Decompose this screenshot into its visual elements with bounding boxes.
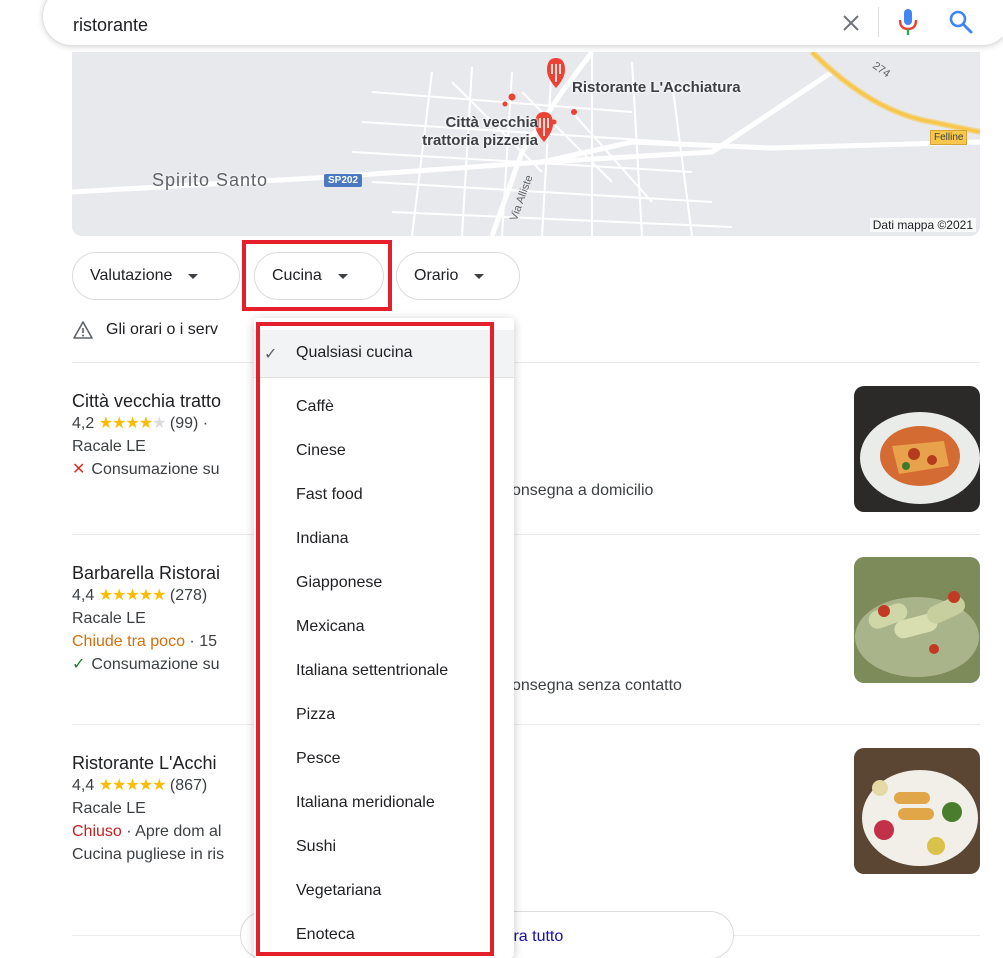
menu-item-cinese[interactable]: Cinese (296, 442, 346, 460)
menu-item-pizza[interactable]: Pizza (296, 706, 335, 724)
menu-item-italiana-meridionale[interactable]: Italiana meridionale (296, 794, 435, 812)
show-all-label: tra tutto (509, 928, 564, 945)
microphone-icon[interactable] (896, 7, 920, 37)
service-text: onsegna senza contatto (512, 677, 682, 694)
status-badge: Chiude tra poco (72, 633, 185, 650)
result-status: Chiuso · Apre dom al (72, 820, 980, 843)
town-badge: Felline (930, 130, 968, 145)
result-item[interactable]: Città vecchia tratto 4,2 ★★★★★ (99) · Ra… (72, 390, 980, 499)
map-pin-label[interactable]: Ristorante L'Acchiatura (572, 79, 741, 96)
result-rating-line: 4,4 ★★★★★ (867) (72, 774, 980, 797)
result-service: ✓ Consumazione su (72, 653, 980, 676)
rating-value: 4,2 (72, 415, 95, 432)
menu-item-vegetariana[interactable]: Vegetariana (296, 882, 381, 900)
result-title[interactable]: Città vecchia tratto (72, 390, 980, 412)
result-location: Racale LE (72, 610, 146, 627)
food-photo-image (854, 386, 980, 512)
result-item[interactable]: Barbarella Ristorai 4,4 ★★★★★ (278) Raca… (72, 562, 980, 694)
filter-chip-rating[interactable]: Valutazione (72, 252, 240, 300)
menu-item-fast-food[interactable]: Fast food (296, 486, 363, 504)
star-rating-icon: ★★★★★ (98, 587, 167, 604)
status-detail: · 15 (184, 633, 217, 650)
search-bar[interactable]: ristorante (42, 0, 1003, 46)
result-rating-line: 4,2 ★★★★★ (99) · (72, 412, 980, 435)
menu-item-mexicana[interactable]: Mexicana (296, 618, 364, 636)
result-photo[interactable] (854, 386, 980, 512)
service-text: Consumazione su (91, 656, 220, 673)
result-item[interactable]: Ristorante L'Acchi 4,4 ★★★★★ (867) Racal… (72, 752, 980, 866)
result-title[interactable]: Ristorante L'Acchi (72, 752, 980, 774)
cuisine-dropdown-menu[interactable]: ✓ Qualsiasi cucina Caffè Cinese Fast foo… (254, 318, 514, 958)
menu-item-any-cuisine[interactable]: ✓ Qualsiasi cucina (254, 330, 514, 378)
review-count: (867) (169, 777, 208, 794)
review-count: (99) · (169, 415, 209, 432)
map-attribution: Dati mappa ©2021 (869, 218, 976, 232)
filter-chip-hours[interactable]: Orario (396, 252, 520, 300)
caret-down-icon (474, 273, 485, 279)
divider (72, 362, 980, 363)
review-count: (278) (169, 587, 208, 604)
menu-item-italiana-settentrionale[interactable]: Italiana settentrionale (296, 662, 448, 680)
result-photo[interactable] (854, 557, 980, 683)
food-photo-image (854, 748, 980, 874)
search-input[interactable]: ristorante (73, 15, 148, 36)
result-title[interactable]: Barbarella Ristorai (72, 562, 980, 584)
service-text: onsegna a domicilio (512, 482, 654, 499)
menu-item-indiana[interactable]: Indiana (296, 530, 349, 548)
map-pin-label[interactable]: Città vecchia trattoria pizzeria (398, 114, 538, 150)
result-photo[interactable] (854, 748, 980, 874)
warning-icon (73, 321, 93, 339)
result-description: Cucina pugliese in ris (72, 846, 225, 863)
rating-value: 4,4 (72, 777, 95, 794)
divider (254, 377, 514, 378)
chip-label: Valutazione (90, 267, 173, 284)
divider (878, 7, 879, 37)
star-rating-icon: ★★★★★ (98, 777, 167, 794)
map-place-label: Spirito Santo (152, 170, 269, 190)
result-location: Racale LE (72, 800, 146, 817)
menu-item-sushi[interactable]: Sushi (296, 838, 336, 856)
result-rating-line: 4,4 ★★★★★ (278) (72, 584, 980, 607)
filter-chip-cuisine[interactable]: Cucina (254, 252, 384, 300)
service-text: Consumazione su (91, 461, 220, 478)
result-status: Chiude tra poco · 15 (72, 630, 980, 653)
close-icon[interactable] (839, 11, 863, 35)
chip-label: Orario (414, 267, 459, 284)
status-badge: Chiuso (72, 823, 122, 840)
menu-item-giapponese[interactable]: Giapponese (296, 574, 382, 592)
rating-value: 4,4 (72, 587, 95, 604)
divider (72, 534, 980, 535)
menu-item-enoteca[interactable]: Enoteca (296, 926, 355, 944)
check-icon: ✓ (264, 346, 278, 363)
divider (72, 724, 980, 725)
star-rating-icon: ★★★★★ (98, 415, 167, 432)
menu-item-label: Qualsiasi cucina (296, 344, 413, 361)
menu-item-caffe[interactable]: Caffè (296, 398, 334, 416)
check-icon: ✓ (72, 656, 86, 673)
road-badge: SP202 (324, 174, 363, 187)
chip-label: Cucina (272, 267, 322, 284)
caret-down-icon (337, 273, 348, 279)
search-icon[interactable] (948, 9, 974, 35)
result-location: Racale LE (72, 438, 146, 455)
menu-item-pesce[interactable]: Pesce (296, 750, 340, 768)
result-service: ✕ Consumazione su (72, 458, 980, 481)
map[interactable]: Ristorante L'Acchiatura Città vecchia tr… (72, 52, 980, 236)
notice-text: Gli orari o i serv (106, 321, 219, 338)
caret-down-icon (188, 273, 199, 279)
cross-icon: ✕ (72, 461, 86, 478)
status-detail: · Apre dom al (121, 823, 222, 840)
food-photo-image (854, 557, 980, 683)
hours-notice: Gli orari o i serv (72, 320, 218, 340)
